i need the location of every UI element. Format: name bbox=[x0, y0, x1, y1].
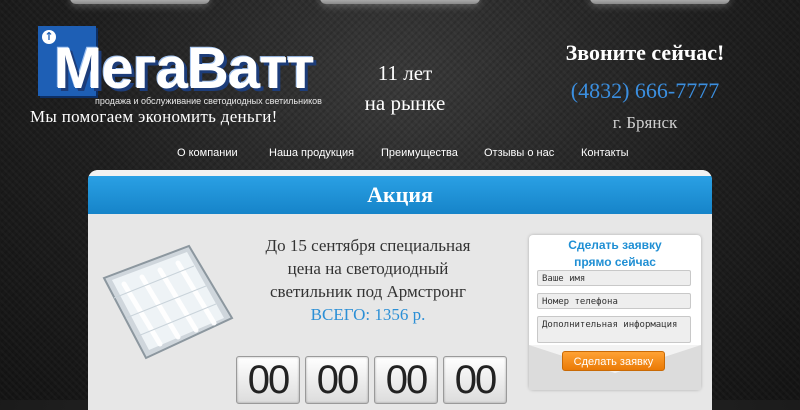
countdown-digit: 00 bbox=[374, 356, 438, 404]
years-on-market: 11 лет на рынке bbox=[345, 58, 465, 118]
top-lamp-right bbox=[590, 0, 730, 4]
form-title: Сделать заявку прямо сейчас bbox=[529, 237, 701, 271]
promo-line3: светильник под Армстронг bbox=[269, 282, 467, 301]
promo-price: ВСЕГО: 1356 р. bbox=[310, 305, 426, 324]
nav-item-about[interactable]: О компании bbox=[177, 144, 238, 162]
submit-request-button[interactable]: Сделать заявку bbox=[562, 351, 665, 371]
call-now-label: Звоните сейчас! bbox=[565, 40, 725, 65]
name-input[interactable]: Ваше имя bbox=[537, 270, 691, 286]
nav-item-advantages[interactable]: Преимущества bbox=[381, 144, 458, 162]
years-line2: на рынке bbox=[364, 91, 446, 115]
countdown-digit: 00 bbox=[305, 356, 369, 404]
years-line1: 11 лет bbox=[377, 61, 433, 85]
countdown-timer: 00 00 00 00 bbox=[236, 356, 507, 404]
form-title-line1: Сделать заявку bbox=[568, 238, 662, 252]
phone-input[interactable]: Номер телефона bbox=[537, 293, 691, 309]
top-lamp-left bbox=[70, 0, 210, 4]
request-form: Сделать заявку прямо сейчас Ваше имя Ном… bbox=[529, 235, 701, 390]
nav-item-contacts[interactable]: Контакты bbox=[581, 144, 629, 162]
info-textarea[interactable]: Дополнительная информация bbox=[537, 316, 691, 343]
logo-text: МегаВатт bbox=[54, 36, 315, 101]
nav-item-reviews[interactable]: Отзывы о нас bbox=[484, 144, 554, 162]
promo-line2: цена на светодиодный bbox=[287, 259, 449, 278]
countdown-digit: 00 bbox=[443, 356, 507, 404]
top-lamp-center bbox=[320, 0, 480, 4]
countdown-digit: 00 bbox=[236, 356, 300, 404]
promo-title: Акция bbox=[88, 170, 712, 214]
promo-line1: До 15 сентября специальная bbox=[265, 236, 471, 255]
promo-panel: Акция До 15 сентября специальная цена на… bbox=[88, 170, 712, 410]
slogan: Мы помогаем экономить деньги! bbox=[30, 107, 278, 126]
city-label: г. Брянск bbox=[612, 113, 678, 132]
phone-number[interactable]: (4832) 666-7777 bbox=[560, 78, 730, 104]
led-panel-image bbox=[102, 244, 234, 360]
form-title-line2: прямо сейчас bbox=[574, 255, 656, 269]
logo-subtitle: продажа и обслуживание светодиодных свет… bbox=[95, 96, 322, 106]
logo[interactable]: ↑ МегаВатт продажа и обслуживание светод… bbox=[38, 26, 322, 106]
promo-text: До 15 сентября специальная цена на свето… bbox=[248, 234, 488, 326]
nav-item-products[interactable]: Наша продукция bbox=[269, 144, 354, 162]
main-nav: О компании Наша продукция Преимущества О… bbox=[0, 144, 800, 162]
